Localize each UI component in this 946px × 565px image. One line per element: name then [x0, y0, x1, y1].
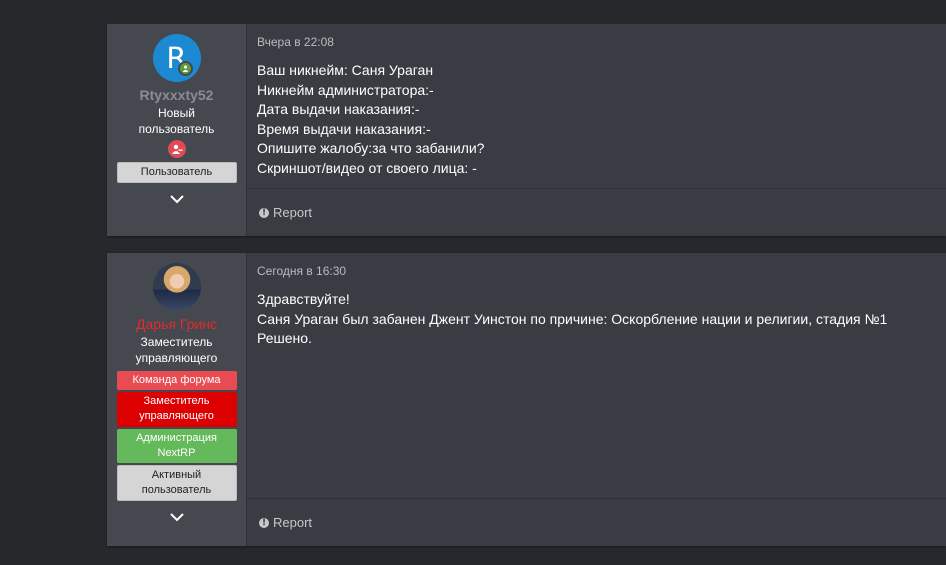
forum-post: R Rtyxxxty52 Новый пользователь Пользова… — [107, 24, 946, 236]
user-warning-icon[interactable] — [167, 140, 186, 158]
message-line: Здравствуйте! — [257, 291, 350, 307]
username[interactable]: Rtyxxxty52 — [140, 87, 214, 103]
forum-post: Дарья Гринс Заместитель управляющего Ком… — [107, 253, 946, 546]
deputy-banner: Заместитель управляющего — [116, 392, 237, 427]
post-user-info: R Rtyxxxty52 Новый пользователь Пользова… — [107, 24, 247, 236]
info-circle-icon: ! — [259, 207, 269, 218]
user-glyph-icon — [182, 65, 188, 72]
avatar[interactable] — [152, 263, 201, 311]
post-footer: ! Report — [247, 188, 946, 236]
active-user-banner: Активный пользователь — [116, 465, 237, 501]
post-date[interactable]: Сегодня в 16:30 — [257, 264, 346, 278]
admin-banner: Администрация NextRP — [116, 429, 237, 463]
user-banner: Пользователь — [116, 162, 237, 183]
report-link[interactable]: ! Report — [259, 205, 312, 220]
message-line: Никнейм администратора:- — [257, 81, 434, 98]
post-date[interactable]: Вчера в 22:08 — [257, 35, 334, 49]
post-message: Ваш никнейм: Саня Ураган Никнейм админис… — [257, 61, 484, 179]
post-user-info: Дарья Гринс Заместитель управляющего Ком… — [107, 253, 247, 546]
username[interactable]: Дарья Гринс — [136, 316, 217, 332]
chevron-down-icon[interactable] — [169, 191, 184, 209]
online-indicator-icon — [177, 61, 193, 76]
user-title: Заместитель управляющего — [135, 335, 218, 365]
message-line: Опишите жалобу:за что забанили? — [257, 140, 485, 157]
post-footer: ! Report — [247, 498, 946, 546]
post-content: Вчера в 22:08 Ваш никнейм: Саня Ураган Н… — [247, 24, 946, 236]
report-label: Report — [273, 205, 313, 220]
message-line: Ваш никнейм: Саня Ураган — [257, 62, 434, 78]
message-line: Скриншот/видео от своего лица: - — [257, 159, 477, 176]
message-line: Дата выдачи наказания:- — [257, 101, 420, 118]
report-label: Report — [273, 515, 313, 530]
chevron-down-icon[interactable] — [169, 509, 184, 527]
message-line: Саня Ураган был забанен Джент Уинстон по… — [257, 310, 888, 327]
message-line: Время выдачи наказания:- — [257, 120, 431, 137]
avatar[interactable]: R — [152, 34, 201, 82]
user-title: Новый пользователь — [138, 106, 215, 136]
post-message: Здравствуйте! Саня Ураган был забанен Дж… — [257, 290, 887, 349]
report-link[interactable]: ! Report — [259, 515, 312, 530]
team-banner: Команда форума — [116, 371, 237, 390]
message-line: Решено. — [257, 330, 312, 347]
post-content: Сегодня в 16:30 Здравствуйте! Саня Урага… — [247, 253, 946, 546]
info-circle-icon: ! — [259, 517, 269, 528]
user-minus-glyph — [171, 144, 182, 154]
